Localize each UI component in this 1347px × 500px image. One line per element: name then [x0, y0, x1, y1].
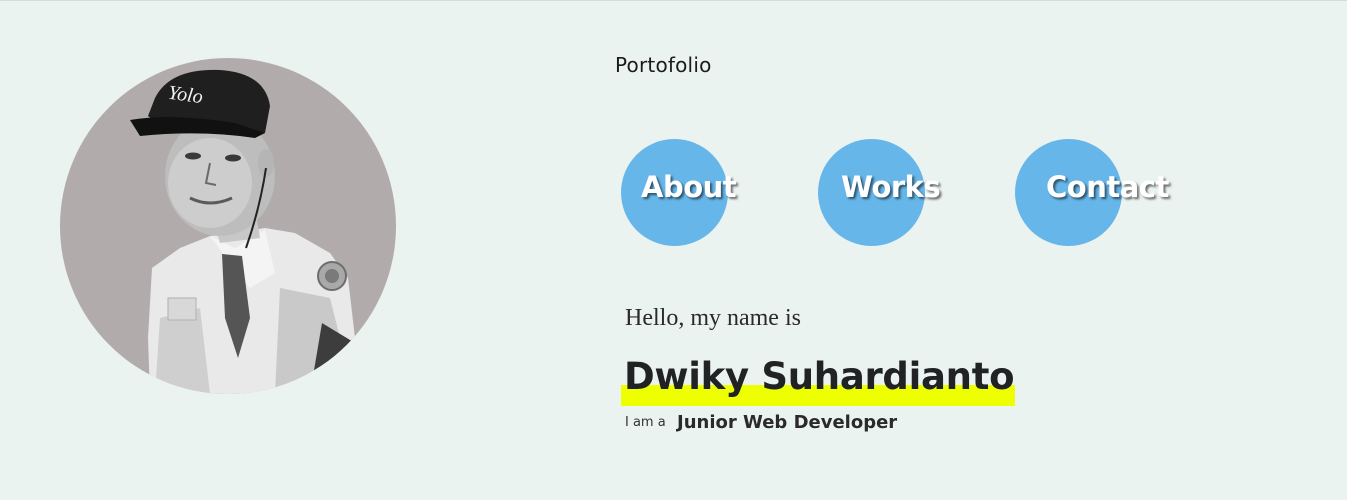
site-title[interactable]: Portofolio: [615, 53, 712, 77]
top-divider: [0, 0, 1347, 1]
nav-contact-label: Contact: [1046, 170, 1169, 204]
profile-photo: Yolo: [60, 58, 396, 394]
nav-works-label: Works: [841, 170, 941, 204]
role-prefix: I am a: [625, 415, 666, 430]
profile-name: Dwiky Suhardianto: [624, 355, 1015, 398]
role-title: Junior Web Developer: [677, 412, 898, 433]
greeting-text: Hello, my name is: [625, 305, 801, 331]
nav-about-label: About: [641, 170, 737, 204]
